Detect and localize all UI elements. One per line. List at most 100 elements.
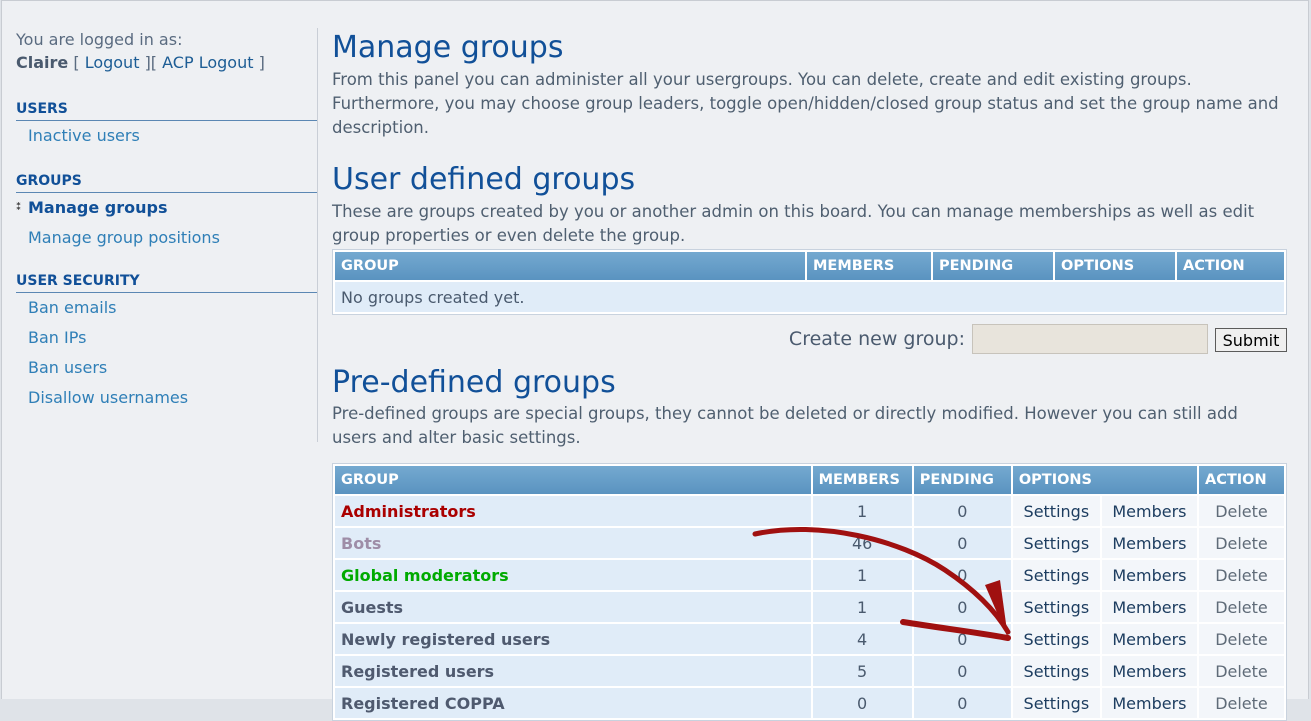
delete-link[interactable]: Delete <box>1198 528 1284 558</box>
members-link[interactable]: Members <box>1101 656 1197 686</box>
delete-link[interactable]: Delete <box>1198 496 1284 526</box>
login-info: You are logged in as: Claire [ Logout ][… <box>16 28 317 74</box>
logout-link[interactable]: Logout <box>85 53 140 72</box>
members-link[interactable]: Members <box>1101 624 1197 654</box>
group-name-registered-coppa[interactable]: Registered COPPA <box>335 688 811 718</box>
group-name-guests[interactable]: Guests <box>335 592 811 622</box>
pending-count: 0 <box>913 592 1011 622</box>
bracket-open: [ <box>73 53 80 72</box>
delete-link[interactable]: Delete <box>1198 592 1284 622</box>
group-name-newly-registered[interactable]: Newly registered users <box>335 624 811 654</box>
sidebar-item-ban-users[interactable]: Ban users <box>16 353 317 383</box>
username: Claire <box>16 53 69 72</box>
members-link[interactable]: Members <box>1101 688 1197 718</box>
members-count: 46 <box>812 528 912 558</box>
settings-link[interactable]: Settings <box>1012 528 1100 558</box>
sidebar-heading-groups: GROUPS <box>16 173 317 193</box>
sidebar-divider <box>317 28 318 442</box>
members-count: 0 <box>812 688 912 718</box>
page-intro: From this panel you can administer all y… <box>332 70 1279 137</box>
submit-button[interactable]: Submit <box>1215 328 1287 352</box>
create-group-row: Create new group: Submit <box>332 324 1287 354</box>
sidebar-item-label: Manage groups <box>28 198 168 217</box>
members-count: 1 <box>812 592 912 622</box>
settings-link[interactable]: Settings <box>1012 592 1100 622</box>
members-link[interactable]: Members <box>1101 528 1197 558</box>
pending-count: 0 <box>913 656 1011 686</box>
col-pending: Pending <box>913 466 1011 494</box>
group-name[interactable]: Guests <box>341 598 403 617</box>
sidebar-item-manage-groups[interactable]: ⁑ Manage groups <box>16 193 317 223</box>
col-options: Options <box>1055 252 1175 280</box>
table-row: Global moderators 1 0 Settings Members D… <box>335 560 1284 590</box>
group-name-global-moderators[interactable]: Global moderators <box>335 560 811 590</box>
group-name-administrators[interactable]: Administrators <box>335 496 811 526</box>
user-defined-desc: These are groups created by you or anoth… <box>332 202 1255 245</box>
pending-count: 0 <box>913 688 1011 718</box>
predefined-desc: Pre-defined groups are special groups, t… <box>332 404 1238 447</box>
group-name[interactable]: Registered users <box>341 662 494 681</box>
settings-link[interactable]: Settings <box>1012 560 1100 590</box>
delete-link[interactable]: Delete <box>1198 624 1284 654</box>
table-row: No groups created yet. <box>335 282 1284 312</box>
members-link[interactable]: Members <box>1101 496 1197 526</box>
col-members: Members <box>807 252 931 280</box>
page-title: Manage groups <box>332 30 564 65</box>
table-row: Registered users 5 0 Settings Members De… <box>335 656 1284 686</box>
group-name[interactable]: Newly registered users <box>341 630 550 649</box>
table-row: Guests 1 0 Settings Members Delete <box>335 592 1284 622</box>
group-name-bots[interactable]: Bots <box>335 528 811 558</box>
sidebar-item-ban-ips[interactable]: Ban IPs <box>16 323 317 353</box>
login-prefix: You are logged in as: <box>16 30 183 49</box>
pending-count: 0 <box>913 624 1011 654</box>
pending-count: 0 <box>913 560 1011 590</box>
table-row: Bots 46 0 Settings Members Delete <box>335 528 1284 558</box>
group-name-registered[interactable]: Registered users <box>335 656 811 686</box>
members-link[interactable]: Members <box>1101 592 1197 622</box>
group-name[interactable]: Registered COPPA <box>341 694 505 713</box>
arrow-marker-icon: ⁑ <box>16 202 22 213</box>
delete-link[interactable]: Delete <box>1198 656 1284 686</box>
users-menu: Inactive users <box>16 121 317 151</box>
security-menu: Ban emails Ban IPs Ban users Disallow us… <box>16 293 317 413</box>
sidebar-item-manage-group-positions[interactable]: Manage group positions <box>16 223 317 253</box>
main-content: Manage groups From this panel you can ad… <box>332 28 1287 721</box>
delete-link[interactable]: Delete <box>1198 688 1284 718</box>
pending-count: 0 <box>913 528 1011 558</box>
group-name[interactable]: Global moderators <box>341 566 509 585</box>
col-group: Group <box>335 252 805 280</box>
settings-link[interactable]: Settings <box>1012 496 1100 526</box>
members-link[interactable]: Members <box>1101 560 1197 590</box>
user-defined-groups-table: Group Members Pending Options Action No … <box>332 249 1287 315</box>
settings-link[interactable]: Settings <box>1012 624 1100 654</box>
sidebar-heading-users: USERS <box>16 101 317 121</box>
empty-message: No groups created yet. <box>335 282 1284 312</box>
pending-count: 0 <box>913 496 1011 526</box>
col-action: Action <box>1198 466 1284 494</box>
sidebar-item-disallow-usernames[interactable]: Disallow usernames <box>16 383 317 413</box>
delete-link[interactable]: Delete <box>1198 560 1284 590</box>
bracket-mid: ][ <box>144 53 158 72</box>
group-name[interactable]: Administrators <box>341 502 476 521</box>
predefined-title: Pre-defined groups <box>332 365 616 400</box>
settings-link[interactable]: Settings <box>1012 688 1100 718</box>
bracket-close: ] <box>258 53 265 72</box>
create-group-input[interactable] <box>972 324 1208 354</box>
groups-menu: ⁑ Manage groups Manage group positions <box>16 193 317 253</box>
sidebar-heading-user-security: USER SECURITY <box>16 273 317 293</box>
group-name[interactable]: Bots <box>341 534 381 553</box>
table-row: Administrators 1 0 Settings Members Dele… <box>335 496 1284 526</box>
col-members: Members <box>812 466 912 494</box>
acp-logout-link[interactable]: ACP Logout <box>162 53 253 72</box>
col-group: Group <box>335 466 811 494</box>
predefined-groups-table: Group Members Pending Options Action Adm… <box>332 463 1287 721</box>
members-count: 4 <box>812 624 912 654</box>
col-options: Options <box>1012 466 1197 494</box>
user-defined-title: User defined groups <box>332 162 636 197</box>
members-count: 1 <box>812 560 912 590</box>
sidebar-item-ban-emails[interactable]: Ban emails <box>16 293 317 323</box>
settings-link[interactable]: Settings <box>1012 656 1100 686</box>
col-pending: Pending <box>933 252 1053 280</box>
sidebar-item-inactive-users[interactable]: Inactive users <box>16 121 317 151</box>
col-action: Action <box>1177 252 1284 280</box>
